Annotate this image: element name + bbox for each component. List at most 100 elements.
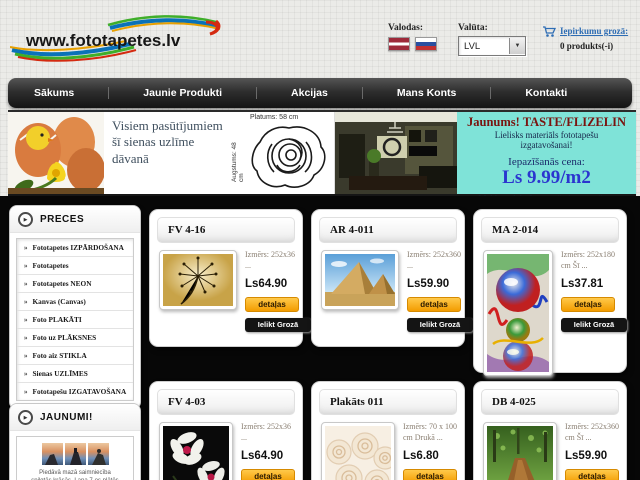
details-button[interactable]: detaļas (407, 296, 461, 312)
languages-label: Valodas: (388, 23, 424, 33)
cart-icon[interactable] (542, 26, 556, 38)
sidebar-item-foto-plakati[interactable]: » Foto PLAKĀTI (17, 311, 133, 329)
category-label: Fototapešu IZGATAVOŠANA (32, 387, 127, 396)
details-button[interactable]: detaļas (245, 296, 299, 312)
gift-text: Visiem pasūtījumiem šī sienas uzlīme dāv… (112, 118, 223, 166)
play-icon: ▶ (18, 410, 33, 425)
sidebar-item-foto-uz-plaksnes[interactable]: » Foto uz PLĀKSNES (17, 329, 133, 347)
promo-subline-1: Lielisks materiāls fototapešu (494, 130, 599, 140)
double-arrow-icon: » (24, 387, 28, 396)
add-to-cart-button[interactable]: Ielikt Grozā (561, 317, 627, 332)
product-image-dandelion[interactable] (159, 250, 237, 310)
sticker-width-label: Platums: 58 cm (250, 114, 299, 121)
sidebar-item-fototapetes[interactable]: » Fototapetes (17, 257, 133, 275)
currency-select[interactable]: LVL ▼ (458, 36, 526, 56)
news-caption: Piedāvā mazā saimniecība spilgtās krāsās… (17, 469, 133, 480)
product-title[interactable]: AR 4-011 (319, 217, 457, 243)
product-card: Plakāts 011 Izmērs: 70 x 100 cm Drukā ..… (312, 382, 464, 480)
double-arrow-icon: » (24, 243, 28, 252)
sidebar-item-sienas-uzlimes[interactable]: » Sienas UZLĪMES (17, 365, 133, 383)
category-label: Foto aiz STIKLA (32, 351, 87, 360)
product-image-abstract[interactable] (483, 250, 553, 376)
page: www.fototapetes.lv Valodas: Valūta: LVL … (0, 0, 640, 480)
size-line: ... (407, 260, 413, 270)
currency-block: Valūta: LVL ▼ (458, 23, 526, 56)
add-to-cart-button[interactable]: Ielikt Grozā (245, 317, 311, 332)
product-card: FV 4-16 Izmērs: 252x36 ... Ls64.90 detaļ… (150, 210, 311, 346)
product-image-forest-path[interactable] (483, 422, 557, 480)
size-line: ... (241, 432, 247, 442)
size-line: Izmērs: 70 x 100 (403, 422, 457, 431)
size-line: cm Drukā ... (403, 432, 443, 442)
double-arrow-icon: » (24, 351, 28, 360)
interior-room-image (335, 112, 457, 194)
categories-box: ▶ PRECES » Fototapetes IZPĀRDOŠANA » Fotot… (10, 206, 140, 409)
sidebar-item-fototapesu-izgatavosana[interactable]: » Fototapešu IZGATAVOŠANA (17, 383, 133, 400)
product-image-cream-roses[interactable] (321, 422, 395, 480)
play-icon: ▶ (18, 212, 33, 227)
product-size: Izmērs: 252x360 cm Šī ... (565, 422, 627, 444)
details-button[interactable]: detaļas (241, 468, 295, 480)
details-button[interactable]: detaļas (403, 468, 457, 480)
latvian-flag-icon[interactable] (388, 37, 410, 51)
double-arrow-icon: » (24, 261, 28, 270)
rose-sticker-image (251, 126, 326, 188)
product-title[interactable]: DB 4-025 (481, 389, 619, 415)
size-line: cm Šī ... (565, 432, 592, 442)
category-label: Foto PLAKĀTI (32, 315, 82, 324)
size-line: Izmērs: 252x180 (561, 250, 615, 259)
sidebar-item-foto-aiz-stikla[interactable]: » Foto aiz STIKLA (17, 347, 133, 365)
sidebar-item-fototapetes-izpardosana[interactable]: » Fototapetes IZPĀRDOŠANA (17, 239, 133, 257)
details-button[interactable]: detaļas (565, 468, 619, 480)
product-title[interactable]: FV 4-16 (157, 217, 295, 243)
news-item: Piedāvā mazā saimniecība spilgtās krāsās… (16, 436, 134, 480)
product-price: Ls64.90 (241, 449, 284, 462)
product-price: Ls37.81 (561, 277, 604, 290)
nav-separator (490, 87, 492, 99)
category-label: Fototapetes (32, 261, 69, 270)
chevron-down-icon[interactable]: ▼ (509, 38, 525, 54)
promo-price-label: Iepazīšanās cena: (508, 155, 585, 168)
nav-item-jaunie-produkti[interactable]: Jaunie Produkti (143, 87, 222, 99)
double-arrow-icon: » (24, 279, 28, 288)
category-label: Kanvas (Canvas) (32, 297, 86, 306)
size-line: Izmērs: 252x360 (565, 422, 619, 431)
nav-item-kontakti[interactable]: Kontakti (525, 87, 567, 99)
cart-block: Iepirkumu grozā: 0 produkts(-i) (542, 26, 638, 51)
product-size: Izmērs: 252x36 ... (245, 250, 307, 272)
add-to-cart-button[interactable]: Ielikt Grozā (407, 317, 473, 332)
news-header: ▶ JAUNUMI! (10, 404, 140, 431)
nav-item-mans-konts[interactable]: Mans Konts (397, 87, 457, 99)
product-image-pyramids[interactable] (321, 250, 399, 310)
product-image-orchids[interactable] (159, 422, 233, 480)
logo-text[interactable]: www.fototapetes.lv (26, 31, 180, 51)
product-title[interactable]: Plakāts 011 (319, 389, 457, 415)
nav-item-akcijas[interactable]: Akcijas (291, 87, 328, 99)
cart-count: 0 produkts(-i) (560, 41, 614, 51)
site-logo[interactable]: www.fototapetes.lv (10, 14, 225, 64)
russian-flag-icon[interactable] (415, 37, 437, 51)
news-thumb-sunset-3 (87, 443, 109, 465)
details-button[interactable]: detaļas (561, 296, 615, 312)
news-box: ▶ JAUNUMI! Piedāvā mazā saimniecība spil… (10, 404, 140, 480)
double-arrow-icon: » (24, 369, 28, 378)
double-arrow-icon: » (24, 333, 28, 342)
product-title[interactable]: MA 2-014 (481, 217, 619, 243)
category-label: Fototapetes NEON (32, 279, 92, 288)
news-thumbnails[interactable] (17, 443, 133, 465)
promo-headline: Jaunums! TASTE/FLIZELIN (467, 115, 626, 129)
product-title[interactable]: FV 4-03 (157, 389, 295, 415)
sidebar-item-kanvas[interactable]: » Kanvas (Canvas) (17, 293, 133, 311)
category-label: Sienas UZLĪMES (32, 369, 88, 378)
product-size: Izmērs: 70 x 100 cm Drukā ... (403, 422, 465, 444)
category-label: Fototapetes IZPĀRDOŠANA (32, 243, 124, 252)
main-nav: Sākums Jaunie Produkti Akcijas Mans Kont… (8, 78, 632, 108)
currency-label: Valūta: (458, 23, 488, 33)
nav-item-sakums[interactable]: Sākums (34, 87, 74, 99)
size-line: cm Šī ... (561, 260, 588, 270)
sidebar-item-fototapetes-neon[interactable]: » Fototapetes NEON (17, 275, 133, 293)
flizelin-promo[interactable]: Jaunums! TASTE/FLIZELIN Lielisks materiā… (457, 112, 636, 204)
size-line: ... (245, 260, 251, 270)
currency-value: LVL (464, 40, 481, 52)
cart-link[interactable]: Iepirkumu grozā: (560, 26, 628, 36)
